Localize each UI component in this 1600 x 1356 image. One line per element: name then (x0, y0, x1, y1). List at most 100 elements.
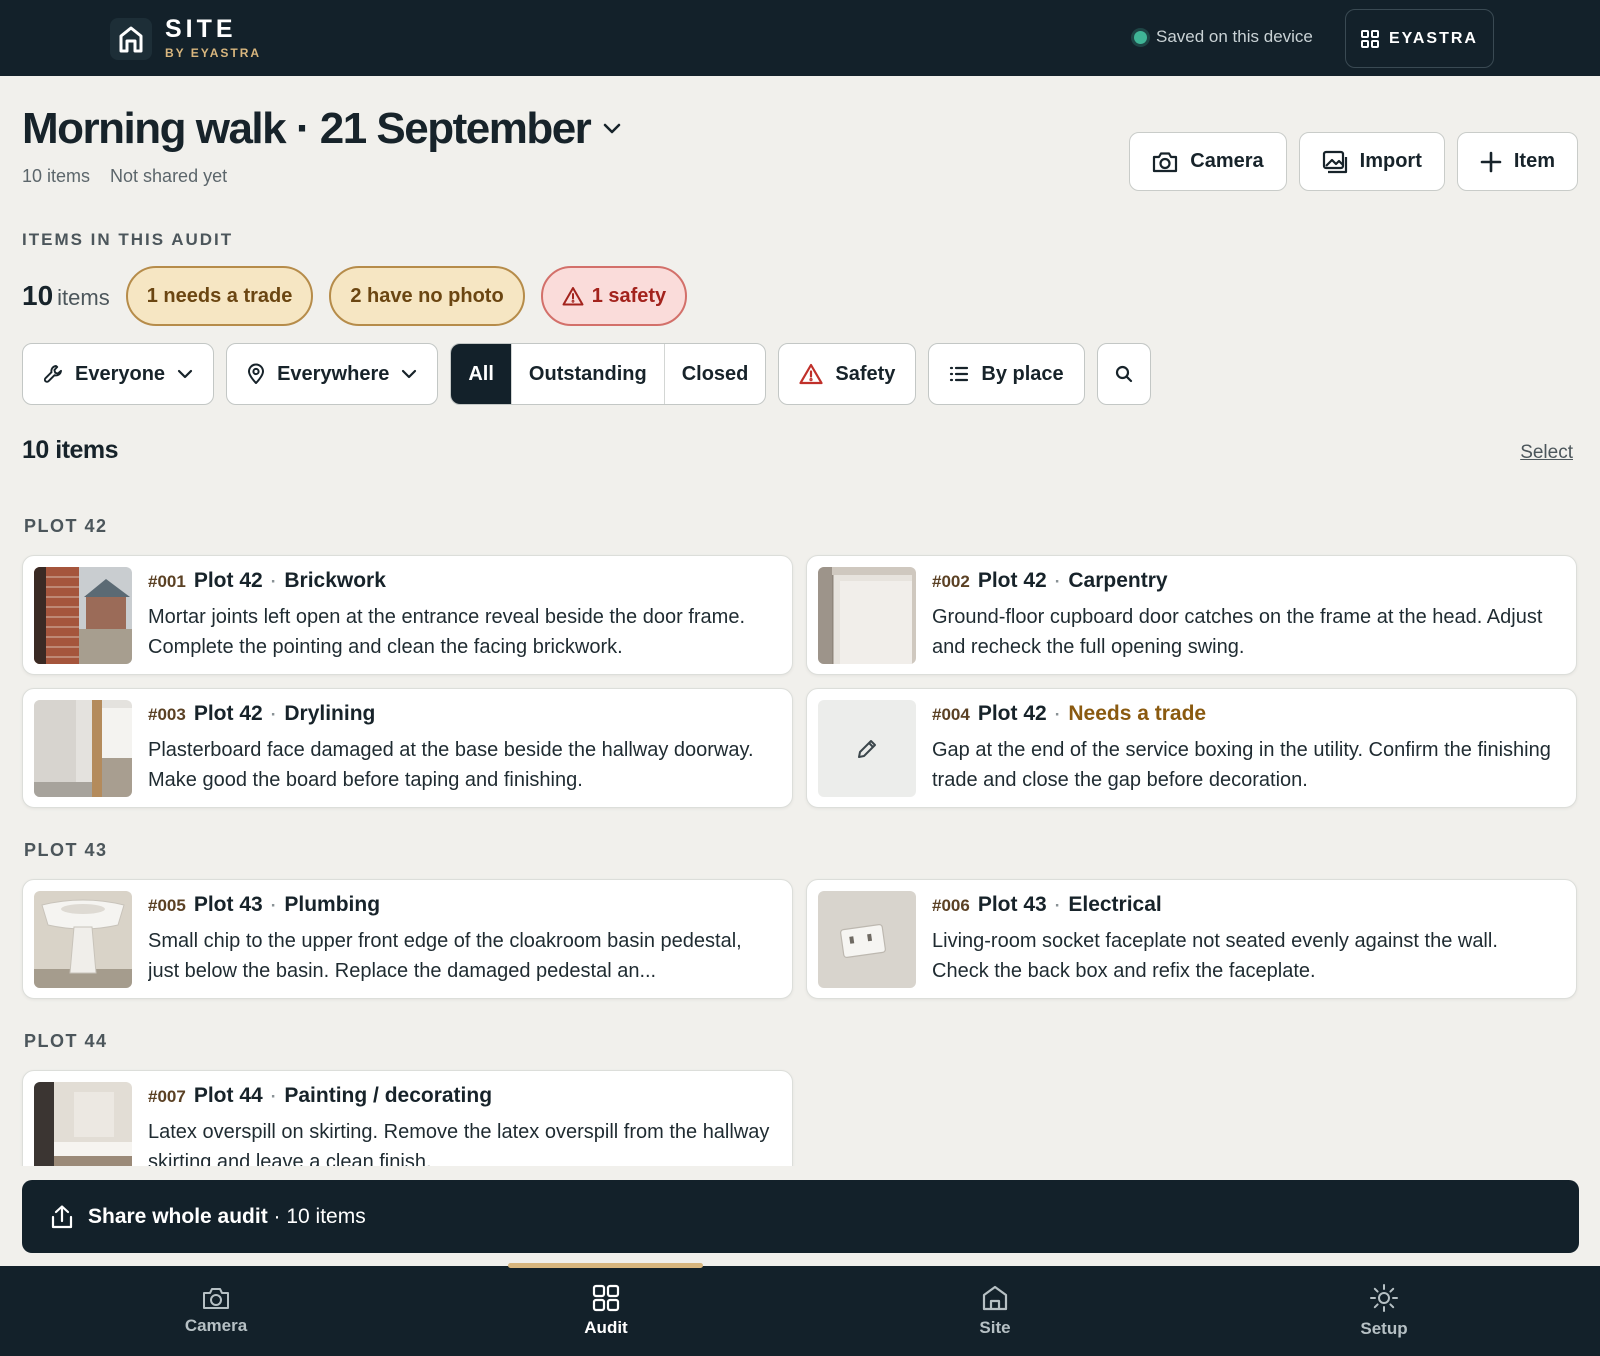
status-segmented-control: All Outstanding Closed (450, 343, 767, 405)
item-plot: Plot 42 (193, 702, 263, 725)
item-card-header: #002 Plot 42 · Carpentry (932, 569, 1168, 593)
saved-status-text: Saved on this device (1156, 27, 1313, 46)
items-list: PLOT 42 #001 Plot 42 · Brickwork Mortar … (0, 500, 1600, 1166)
pencil-icon (858, 739, 876, 758)
share-audit-count: · 10 items (267, 1204, 366, 1228)
item-number: #001 (148, 572, 186, 591)
no-photo-pill[interactable]: 2 have no photo (329, 266, 525, 326)
camera-icon (1153, 151, 1178, 172)
safety-filter-button[interactable]: Safety (778, 343, 917, 405)
item-card-003[interactable]: #003 Plot 42 · Drylining Plasterboard fa… (22, 688, 793, 808)
safety-pill-label: 1 safety (591, 284, 667, 307)
account-button[interactable]: EYASTRA (1345, 9, 1494, 68)
separator-dot: · (270, 572, 277, 591)
site-logo-icon (110, 18, 152, 60)
list-icon (950, 366, 969, 382)
search-button[interactable] (1096, 343, 1151, 405)
item-card-header: #005 Plot 43 · Plumbing (148, 893, 380, 917)
warning-icon (562, 287, 584, 306)
location-filter-label: Everywhere (277, 362, 390, 385)
add-item-label: Item (1513, 150, 1555, 172)
item-card-002[interactable]: #002 Plot 42 · Carpentry Ground-floor cu… (806, 555, 1577, 675)
account-label: EYASTRA (1389, 29, 1478, 47)
needs-trade-pill[interactable]: 1 needs a trade (125, 266, 314, 326)
item-plot: Plot 44 (193, 1084, 263, 1107)
search-icon (1115, 365, 1132, 383)
item-card-header: #007 Plot 44 · Painting / decorating (148, 1084, 492, 1108)
item-number: #003 (148, 705, 186, 724)
separator-dot: · (1054, 896, 1061, 915)
item-card-004[interactable]: #004 Plot 42 · Needs a trade Gap at the … (806, 688, 1577, 808)
item-plot: Plot 43 (193, 893, 263, 916)
separator-dot: · (1054, 705, 1061, 724)
tab-closed[interactable]: Closed (663, 344, 766, 404)
import-button-label: Import (1359, 150, 1422, 172)
door-photo (818, 567, 916, 664)
item-trade: Painting / decorating (284, 1084, 493, 1107)
item-card-header: #006 Plot 43 · Electrical (932, 893, 1162, 917)
image-import-icon (1322, 150, 1347, 173)
group-by-button[interactable]: By place (928, 343, 1085, 405)
plus-icon (1480, 151, 1502, 172)
camera-icon (203, 1288, 229, 1309)
nav-audit-label: Audit (584, 1318, 628, 1337)
item-number: #007 (148, 1087, 186, 1106)
add-item-button[interactable]: Item (1456, 132, 1578, 191)
grid-icon (592, 1284, 620, 1312)
nav-audit[interactable]: Audit (506, 1266, 706, 1356)
nav-site-label: Site (979, 1318, 1011, 1337)
separator-dot: · (270, 1087, 277, 1106)
item-description: Mortar joints left open at the entrance … (148, 606, 746, 658)
audit-title-dropdown[interactable]: Morning walk · 21 September (22, 104, 622, 154)
item-number: #005 (148, 896, 186, 915)
item-number: #006 (932, 896, 970, 915)
item-card-005[interactable]: #005 Plot 43 · Plumbing Small chip to th… (22, 879, 793, 999)
item-plot: Plot 42 (977, 569, 1047, 592)
item-description: Gap at the end of the service boxing in … (932, 739, 1551, 791)
item-card-007[interactable]: #007 Plot 44 · Painting / decorating Lat… (22, 1070, 793, 1166)
filter-row: Everyone Everywhere All Outstanding Clos… (22, 343, 1151, 405)
share-status: Not shared yet (110, 166, 228, 186)
nav-setup[interactable]: Setup (1284, 1266, 1484, 1356)
separator-dot: · (270, 705, 277, 724)
item-card-header: #001 Plot 42 · Brickwork (148, 569, 386, 593)
share-audit-title: Share whole audit (88, 1204, 268, 1228)
hallway-photo (34, 700, 132, 797)
camera-button[interactable]: Camera (1129, 132, 1287, 191)
item-description: Small chip to the upper front edge of th… (148, 930, 742, 982)
item-trade: Electrical (1068, 893, 1162, 916)
camera-button-label: Camera (1190, 150, 1264, 172)
audit-meta: 10 items Not shared yet (22, 166, 227, 187)
location-pin-icon (248, 363, 265, 384)
item-plot: Plot 43 (977, 893, 1047, 916)
brick-photo (34, 567, 132, 664)
bottom-navigation: Camera Audit Site Setup (0, 1263, 1600, 1356)
item-trade: Plumbing (284, 893, 381, 916)
separator-dot: · (1054, 572, 1061, 591)
item-trade: Carpentry (1068, 569, 1168, 592)
item-number: #004 (932, 705, 970, 724)
import-button[interactable]: Import (1298, 132, 1445, 191)
select-link[interactable]: Select (1520, 442, 1573, 464)
tab-all[interactable]: All (451, 344, 511, 404)
socket-photo (818, 891, 916, 988)
group-by-label: By place (981, 362, 1064, 385)
nav-camera[interactable]: Camera (116, 1266, 316, 1356)
share-audit-button[interactable]: Share whole audit · 10 items (22, 1180, 1579, 1253)
item-number: #002 (932, 572, 970, 591)
safety-filter-label: Safety (835, 362, 896, 385)
chevron-down-icon (402, 369, 417, 379)
item-description: Living-room socket faceplate not seated … (932, 930, 1498, 982)
assignee-filter[interactable]: Everyone (22, 343, 215, 405)
nav-site[interactable]: Site (895, 1266, 1095, 1356)
tab-outstanding[interactable]: Outstanding (510, 344, 664, 404)
item-description: Latex overspill on skirting. Remove the … (148, 1121, 770, 1166)
location-filter[interactable]: Everywhere (226, 343, 439, 405)
home-icon (982, 1285, 1008, 1311)
group-label-plot-43: PLOT 43 (24, 840, 108, 860)
item-card-001[interactable]: #001 Plot 42 · Brickwork Mortar joints l… (22, 555, 793, 675)
item-trade: Brickwork (284, 569, 386, 592)
section-label: ITEMS IN THIS AUDIT (22, 230, 234, 249)
item-card-006[interactable]: #006 Plot 43 · Electrical Living-room so… (806, 879, 1577, 999)
safety-pill[interactable]: 1 safety (540, 266, 688, 326)
